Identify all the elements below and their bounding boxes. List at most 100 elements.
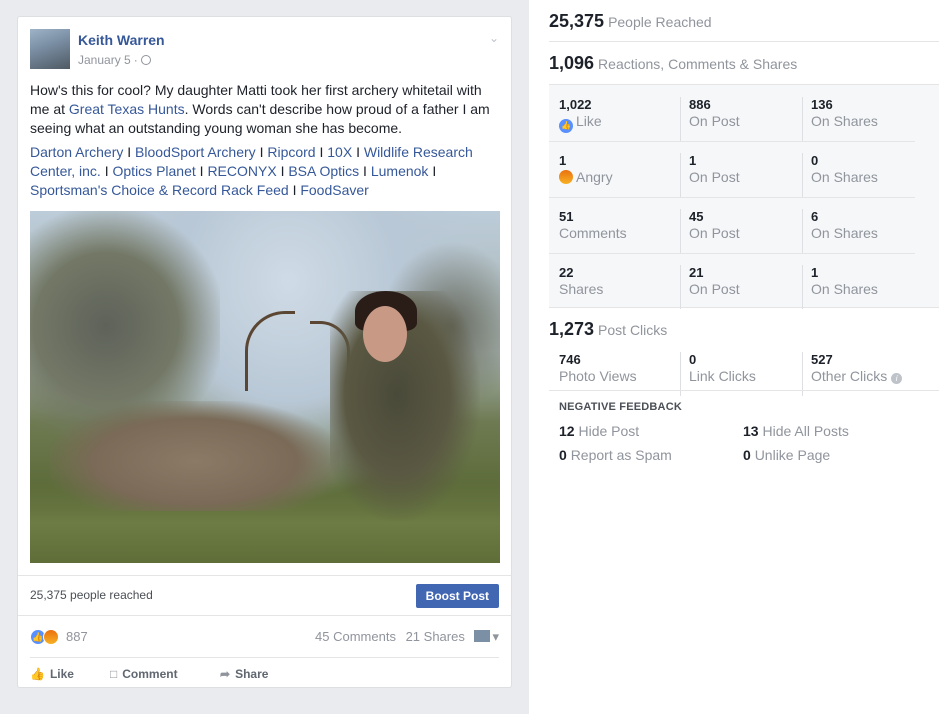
comments-count[interactable]: 45 Comments: [315, 629, 396, 644]
viewer-thumbnail-icon[interactable]: [474, 630, 491, 642]
tag-link[interactable]: Lumenok: [371, 163, 429, 179]
comments-total-cell: 51 Comments: [559, 209, 679, 253]
stat-label: Unlike Page: [754, 447, 831, 463]
people-reached-link[interactable]: 25,375 people reached: [30, 588, 153, 602]
like-label: Like: [49, 667, 74, 681]
tag-separator: I: [199, 163, 204, 179]
info-icon[interactable]: i: [891, 373, 903, 384]
comment-button[interactable]: □ Comment: [110, 667, 178, 681]
author-avatar[interactable]: [30, 29, 70, 69]
comment-icon: □: [110, 667, 118, 681]
stat-value: 0: [689, 352, 697, 367]
thumbs-up-icon: 👍: [30, 667, 45, 681]
tag-link[interactable]: 10X: [327, 144, 352, 160]
stat-value: 6: [811, 209, 819, 224]
stat-label: On Shares: [811, 169, 878, 185]
tag-separator: I: [363, 163, 367, 179]
stat-label: Report as Spam: [570, 447, 672, 463]
stat-value: 527: [811, 352, 833, 367]
share-button[interactable]: ➦ Share: [220, 667, 268, 681]
angry-on-post-cell: 1 On Post: [680, 153, 800, 197]
like-total-cell: 1,022 👍 Like: [559, 97, 679, 141]
row-divider: [549, 197, 915, 198]
tag-link[interactable]: FoodSaver: [300, 182, 368, 198]
insights-panel: 25,375 People Reached 1,096 Reactions, Com…: [529, 0, 939, 714]
stat-value: 136: [811, 97, 833, 112]
stat-label: On Post: [689, 225, 740, 241]
stat-label: Hide Post: [578, 423, 640, 439]
tag-separator: I: [356, 144, 360, 160]
shares-on-shares-cell: 1 On Shares: [802, 265, 922, 309]
share-arrow-icon: ➦: [220, 667, 231, 681]
like-button[interactable]: 👍 Like: [30, 667, 74, 681]
row-divider: [549, 253, 915, 254]
tag-separator: I: [127, 144, 132, 160]
stat-label: Hide All Posts: [762, 423, 849, 439]
post-header: Keith Warren January 5 · ⌄: [30, 29, 499, 71]
shares-total-cell: 22 Shares: [559, 265, 679, 309]
tag-link[interactable]: Ripcord: [267, 144, 315, 160]
like-on-post-cell: 886 On Post: [680, 97, 800, 141]
stat-value: 1,022: [559, 97, 592, 112]
clicks-breakdown: 746 Photo Views 0 Link Clicks 527 Other …: [549, 352, 939, 396]
tag-link[interactable]: RECONYX: [207, 163, 276, 179]
post-text: How's this for cool? My daughter Matti t…: [30, 81, 502, 138]
angry-icon: [559, 170, 573, 184]
chevron-down-icon[interactable]: ⌄: [489, 31, 499, 45]
reactions-row: 👍 887 45 Comments 21 Shares ▾: [30, 627, 499, 649]
stat-label: On Post: [689, 281, 740, 297]
stat-label: On Post: [689, 113, 740, 129]
angry-total-cell: 1 Angry: [559, 153, 679, 197]
tag-link[interactable]: BSA Optics: [288, 163, 359, 179]
comments-on-shares-cell: 6 On Shares: [802, 209, 922, 253]
tag-link[interactable]: Sportsman's Choice & Record Rack Feed: [30, 182, 289, 198]
author-name[interactable]: Keith Warren: [78, 32, 165, 48]
shares-on-post-cell: 21 On Post: [680, 265, 800, 309]
tag-separator: I: [292, 182, 297, 198]
comments-on-post-cell: 45 On Post: [680, 209, 800, 253]
like-on-shares-cell: 136 On Shares: [802, 97, 922, 141]
divider: [549, 41, 939, 42]
reactions-count[interactable]: 887: [66, 629, 88, 644]
stat-label: On Shares: [811, 113, 878, 129]
tag-link[interactable]: Darton Archery: [30, 144, 123, 160]
stat-value: 22: [559, 265, 574, 280]
post-photo[interactable]: [30, 211, 500, 563]
post-tags: Darton Archery I BloodSport Archery I Ri…: [30, 143, 502, 200]
shares-count[interactable]: 21 Shares: [406, 629, 465, 644]
tag-link[interactable]: BloodSport Archery: [135, 144, 256, 160]
hide-all-posts-stat: 13 Hide All Posts: [743, 423, 849, 439]
report-spam-stat: 0 Report as Spam: [559, 447, 672, 463]
stat-label: On Post: [689, 169, 740, 185]
stat-value: 0: [743, 447, 751, 463]
stat-label: Photo Views: [559, 368, 637, 384]
stat-value: 746: [559, 352, 581, 367]
unlike-page-stat: 0 Unlike Page: [743, 447, 830, 463]
stat-label: On Shares: [811, 281, 878, 297]
stat-value: 886: [689, 97, 711, 112]
angry-reaction-icon[interactable]: [43, 629, 59, 645]
people-reached-label: People Reached: [608, 14, 712, 30]
stat-value: 1: [811, 265, 819, 280]
stat-label: On Shares: [811, 225, 878, 241]
post-clicks-value: 1,273: [549, 319, 595, 339]
negative-feedback-title: NEGATIVE FEEDBACK: [559, 401, 682, 413]
post-card: Keith Warren January 5 · ⌄ How's this for…: [17, 16, 512, 688]
stat-label: Shares: [559, 281, 604, 297]
engagement-value: 1,096: [549, 53, 595, 73]
tag-separator: I: [432, 163, 437, 179]
tag-separator: I: [259, 144, 264, 160]
post-meta: January 5 ·: [78, 53, 151, 67]
share-label: Share: [235, 667, 269, 681]
great-texas-hunts-link[interactable]: Great Texas Hunts: [69, 101, 185, 117]
post-date[interactable]: January 5: [78, 53, 131, 67]
caret-down-icon[interactable]: ▾: [492, 629, 499, 644]
photo-antler: [245, 311, 295, 391]
engagement-breakdown: 1,022 👍 Like 886 On Post 136 On Shares 1 …: [549, 84, 939, 309]
stat-label: Other Clicks: [811, 368, 888, 384]
boost-post-button[interactable]: Boost Post: [415, 584, 499, 608]
stat-value: 0: [811, 153, 819, 168]
post-clicks-stat: 1,273 Post Clicks: [549, 319, 939, 340]
tag-link[interactable]: Optics Planet: [113, 163, 196, 179]
stat-label: Like: [576, 113, 602, 129]
